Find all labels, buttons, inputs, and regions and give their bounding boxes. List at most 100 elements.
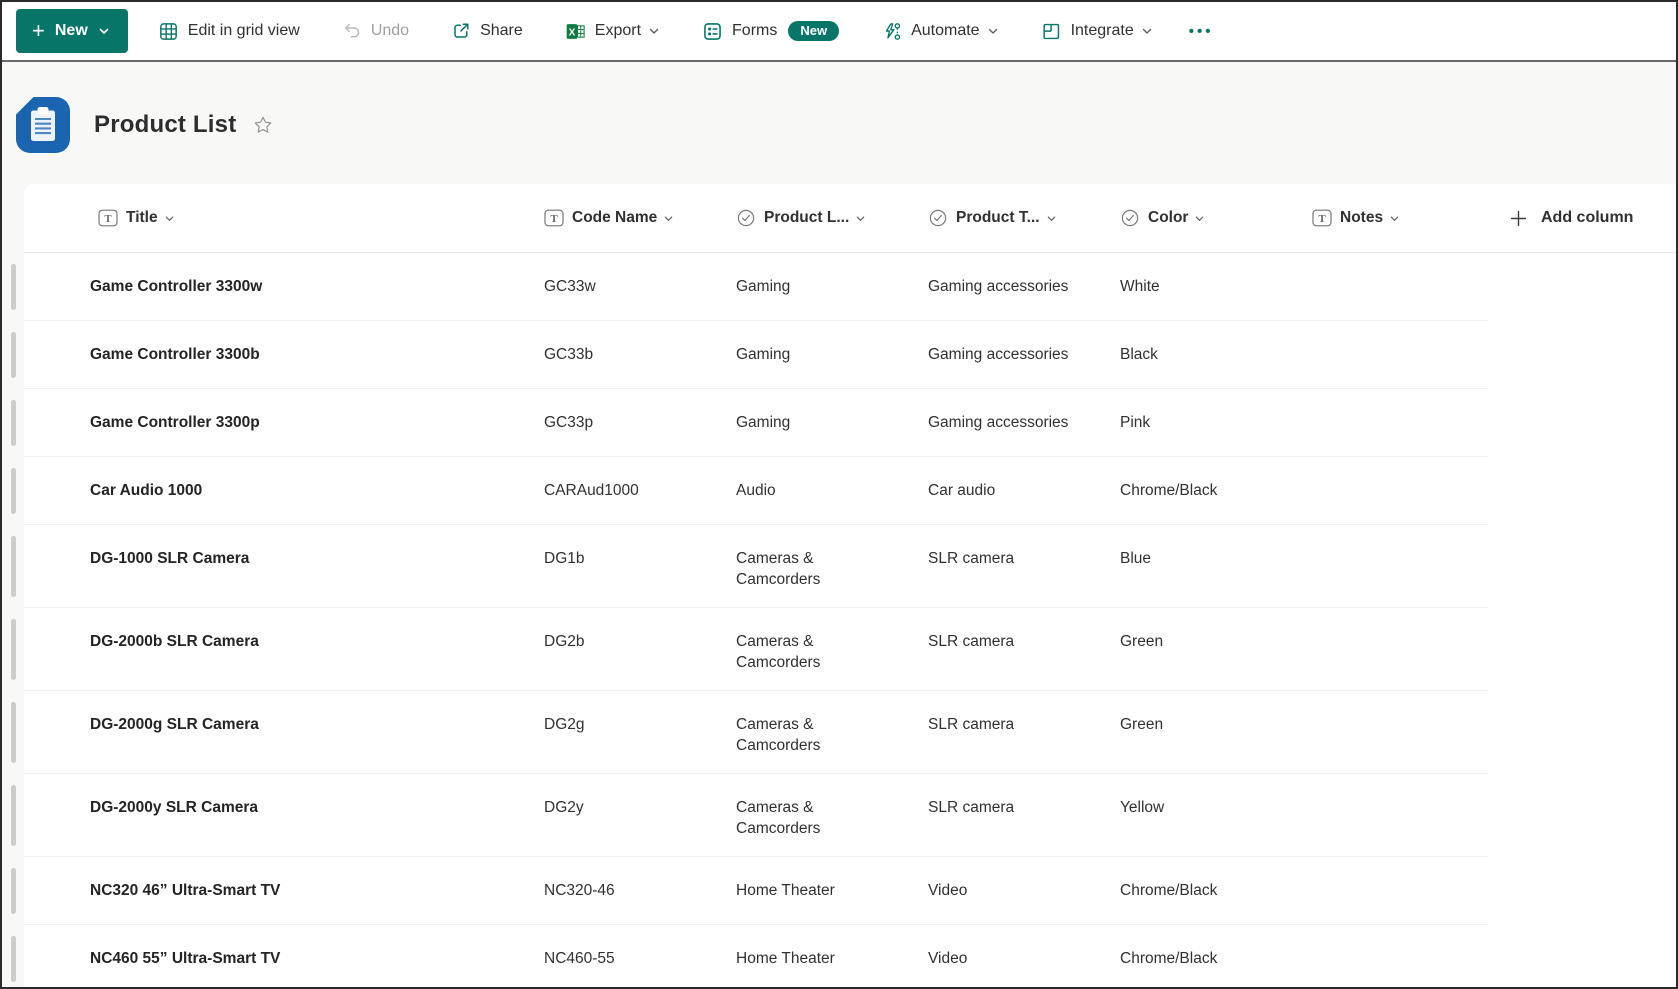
cell-color[interactable]: Blue — [1120, 525, 1312, 608]
cell-product-line[interactable]: Audio — [736, 457, 928, 525]
cell-product-type[interactable]: Car audio — [928, 457, 1120, 525]
edit-in-grid-view-button[interactable]: Edit in grid view — [158, 9, 300, 53]
favorite-star-icon[interactable] — [250, 112, 276, 138]
cell-color[interactable]: Chrome/Black — [1120, 925, 1312, 987]
cell-title[interactable]: Car Audio 1000 — [90, 457, 544, 525]
chevron-down-icon — [1389, 213, 1400, 224]
cell-title[interactable]: NC320 46” Ultra-Smart TV — [90, 857, 544, 925]
table-row[interactable]: Game Controller 3300b GC33b Gaming Gamin… — [24, 321, 1676, 389]
cell-title[interactable]: Game Controller 3300w — [90, 253, 544, 321]
table-row[interactable]: DG-1000 SLR Camera DG1b Cameras & Camcor… — [24, 525, 1676, 608]
column-header-title[interactable]: T Title — [90, 209, 175, 227]
grid-icon — [158, 21, 179, 42]
choice-column-icon — [1120, 208, 1140, 228]
column-header-code-name[interactable]: T Code Name — [544, 209, 674, 227]
cell-notes[interactable] — [1312, 857, 1488, 925]
cell-color[interactable]: Green — [1120, 608, 1312, 691]
cell-title[interactable]: DG-2000y SLR Camera — [90, 774, 544, 857]
forms-button[interactable]: Forms New — [702, 9, 839, 53]
table-row[interactable]: DG-2000b SLR Camera DG2b Cameras & Camco… — [24, 608, 1676, 691]
cell-code-name[interactable]: NC320-46 — [544, 857, 736, 925]
cell-notes[interactable] — [1312, 774, 1488, 857]
cell-code-name[interactable]: DG2b — [544, 608, 736, 691]
cell-product-line[interactable]: Gaming — [736, 321, 928, 389]
column-header-notes[interactable]: T Notes — [1312, 209, 1400, 227]
cell-product-type[interactable]: Gaming accessories — [928, 321, 1120, 389]
cell-product-line[interactable]: Gaming — [736, 389, 928, 457]
cell-notes[interactable] — [1312, 457, 1488, 525]
column-header-color[interactable]: Color — [1120, 208, 1205, 228]
cell-product-line[interactable]: Home Theater — [736, 925, 928, 987]
cell-code-name[interactable]: CARAud1000 — [544, 457, 736, 525]
cell-color[interactable]: White — [1120, 253, 1312, 321]
cell-title[interactable]: DG-2000b SLR Camera — [90, 608, 544, 691]
cell-product-type[interactable]: SLR camera — [928, 608, 1120, 691]
cell-title[interactable]: Game Controller 3300p — [90, 389, 544, 457]
cell-product-line[interactable]: Cameras & Camcorders — [736, 691, 928, 774]
cell-product-type[interactable]: Gaming accessories — [928, 253, 1120, 321]
cell-product-type[interactable]: SLR camera — [928, 525, 1120, 608]
cell-notes[interactable] — [1312, 608, 1488, 691]
cell-product-line[interactable]: Cameras & Camcorders — [736, 774, 928, 857]
cell-title[interactable]: NC460 55” Ultra-Smart TV — [90, 925, 544, 987]
clipboard-list-icon — [16, 97, 70, 153]
cell-product-line[interactable]: Home Theater — [736, 857, 928, 925]
more-commands-button[interactable]: ••• — [1189, 9, 1214, 53]
table-row[interactable]: Game Controller 3300w GC33w Gaming Gamin… — [24, 253, 1676, 321]
column-header-product-line[interactable]: Product L... — [736, 208, 866, 228]
selection-gutter — [24, 608, 90, 691]
share-button[interactable]: Share — [451, 9, 523, 53]
cell-color[interactable]: Pink — [1120, 389, 1312, 457]
cell-code-name[interactable]: DG2g — [544, 691, 736, 774]
table-row[interactable]: Game Controller 3300p GC33p Gaming Gamin… — [24, 389, 1676, 457]
cell-code-name[interactable]: GC33w — [544, 253, 736, 321]
cell-code-name[interactable]: DG1b — [544, 525, 736, 608]
forms-label: Forms — [732, 22, 777, 40]
table-row[interactable]: Car Audio 1000 CARAud1000 Audio Car audi… — [24, 457, 1676, 525]
cell-notes[interactable] — [1312, 525, 1488, 608]
cell-code-name[interactable]: GC33b — [544, 321, 736, 389]
automate-icon — [881, 21, 902, 42]
table-row[interactable]: NC460 55” Ultra-Smart TV NC460-55 Home T… — [24, 925, 1676, 987]
export-button[interactable]: X Export — [565, 9, 660, 53]
table-row[interactable]: DG-2000g SLR Camera DG2g Cameras & Camco… — [24, 691, 1676, 774]
cell-product-type[interactable]: Video — [928, 857, 1120, 925]
cell-title[interactable]: DG-1000 SLR Camera — [90, 525, 544, 608]
cell-product-type[interactable]: SLR camera — [928, 691, 1120, 774]
cell-code-name[interactable]: DG2y — [544, 774, 736, 857]
cell-notes[interactable] — [1312, 321, 1488, 389]
integrate-button[interactable]: Integrate — [1041, 9, 1153, 53]
cell-title[interactable]: DG-2000g SLR Camera — [90, 691, 544, 774]
table-row[interactable]: DG-2000y SLR Camera DG2y Cameras & Camco… — [24, 774, 1676, 857]
cell-code-name[interactable]: NC460-55 — [544, 925, 736, 987]
chevron-down-icon — [1046, 213, 1057, 224]
cell-color[interactable]: Chrome/Black — [1120, 457, 1312, 525]
table-row[interactable]: NC320 46” Ultra-Smart TV NC320-46 Home T… — [24, 857, 1676, 925]
cell-product-type[interactable]: Gaming accessories — [928, 389, 1120, 457]
cell-title[interactable]: Game Controller 3300b — [90, 321, 544, 389]
new-button[interactable]: + New — [16, 9, 128, 53]
cell-color[interactable]: Yellow — [1120, 774, 1312, 857]
cell-color[interactable]: Chrome/Black — [1120, 857, 1312, 925]
cell-notes[interactable] — [1312, 389, 1488, 457]
cell-code-name[interactable]: GC33p — [544, 389, 736, 457]
cell-notes[interactable] — [1312, 253, 1488, 321]
integrate-label: Integrate — [1071, 22, 1134, 40]
column-header-product-type[interactable]: Product T... — [928, 208, 1057, 228]
cell-notes[interactable] — [1312, 691, 1488, 774]
add-column-button[interactable]: Add column — [1488, 209, 1676, 227]
row-drag-handle — [11, 400, 16, 446]
undo-button[interactable]: Undo — [342, 9, 409, 53]
cell-product-line[interactable]: Cameras & Camcorders — [736, 608, 928, 691]
cell-product-type[interactable]: SLR camera — [928, 774, 1120, 857]
list-rows: Game Controller 3300w GC33w Gaming Gamin… — [24, 253, 1676, 987]
selection-gutter — [24, 691, 90, 774]
cell-product-line[interactable]: Gaming — [736, 253, 928, 321]
cell-product-type[interactable]: Video — [928, 925, 1120, 987]
automate-button[interactable]: Automate — [881, 9, 998, 53]
column-header-label: Title — [126, 209, 158, 227]
cell-color[interactable]: Black — [1120, 321, 1312, 389]
cell-product-line[interactable]: Cameras & Camcorders — [736, 525, 928, 608]
cell-notes[interactable] — [1312, 925, 1488, 987]
cell-color[interactable]: Green — [1120, 691, 1312, 774]
